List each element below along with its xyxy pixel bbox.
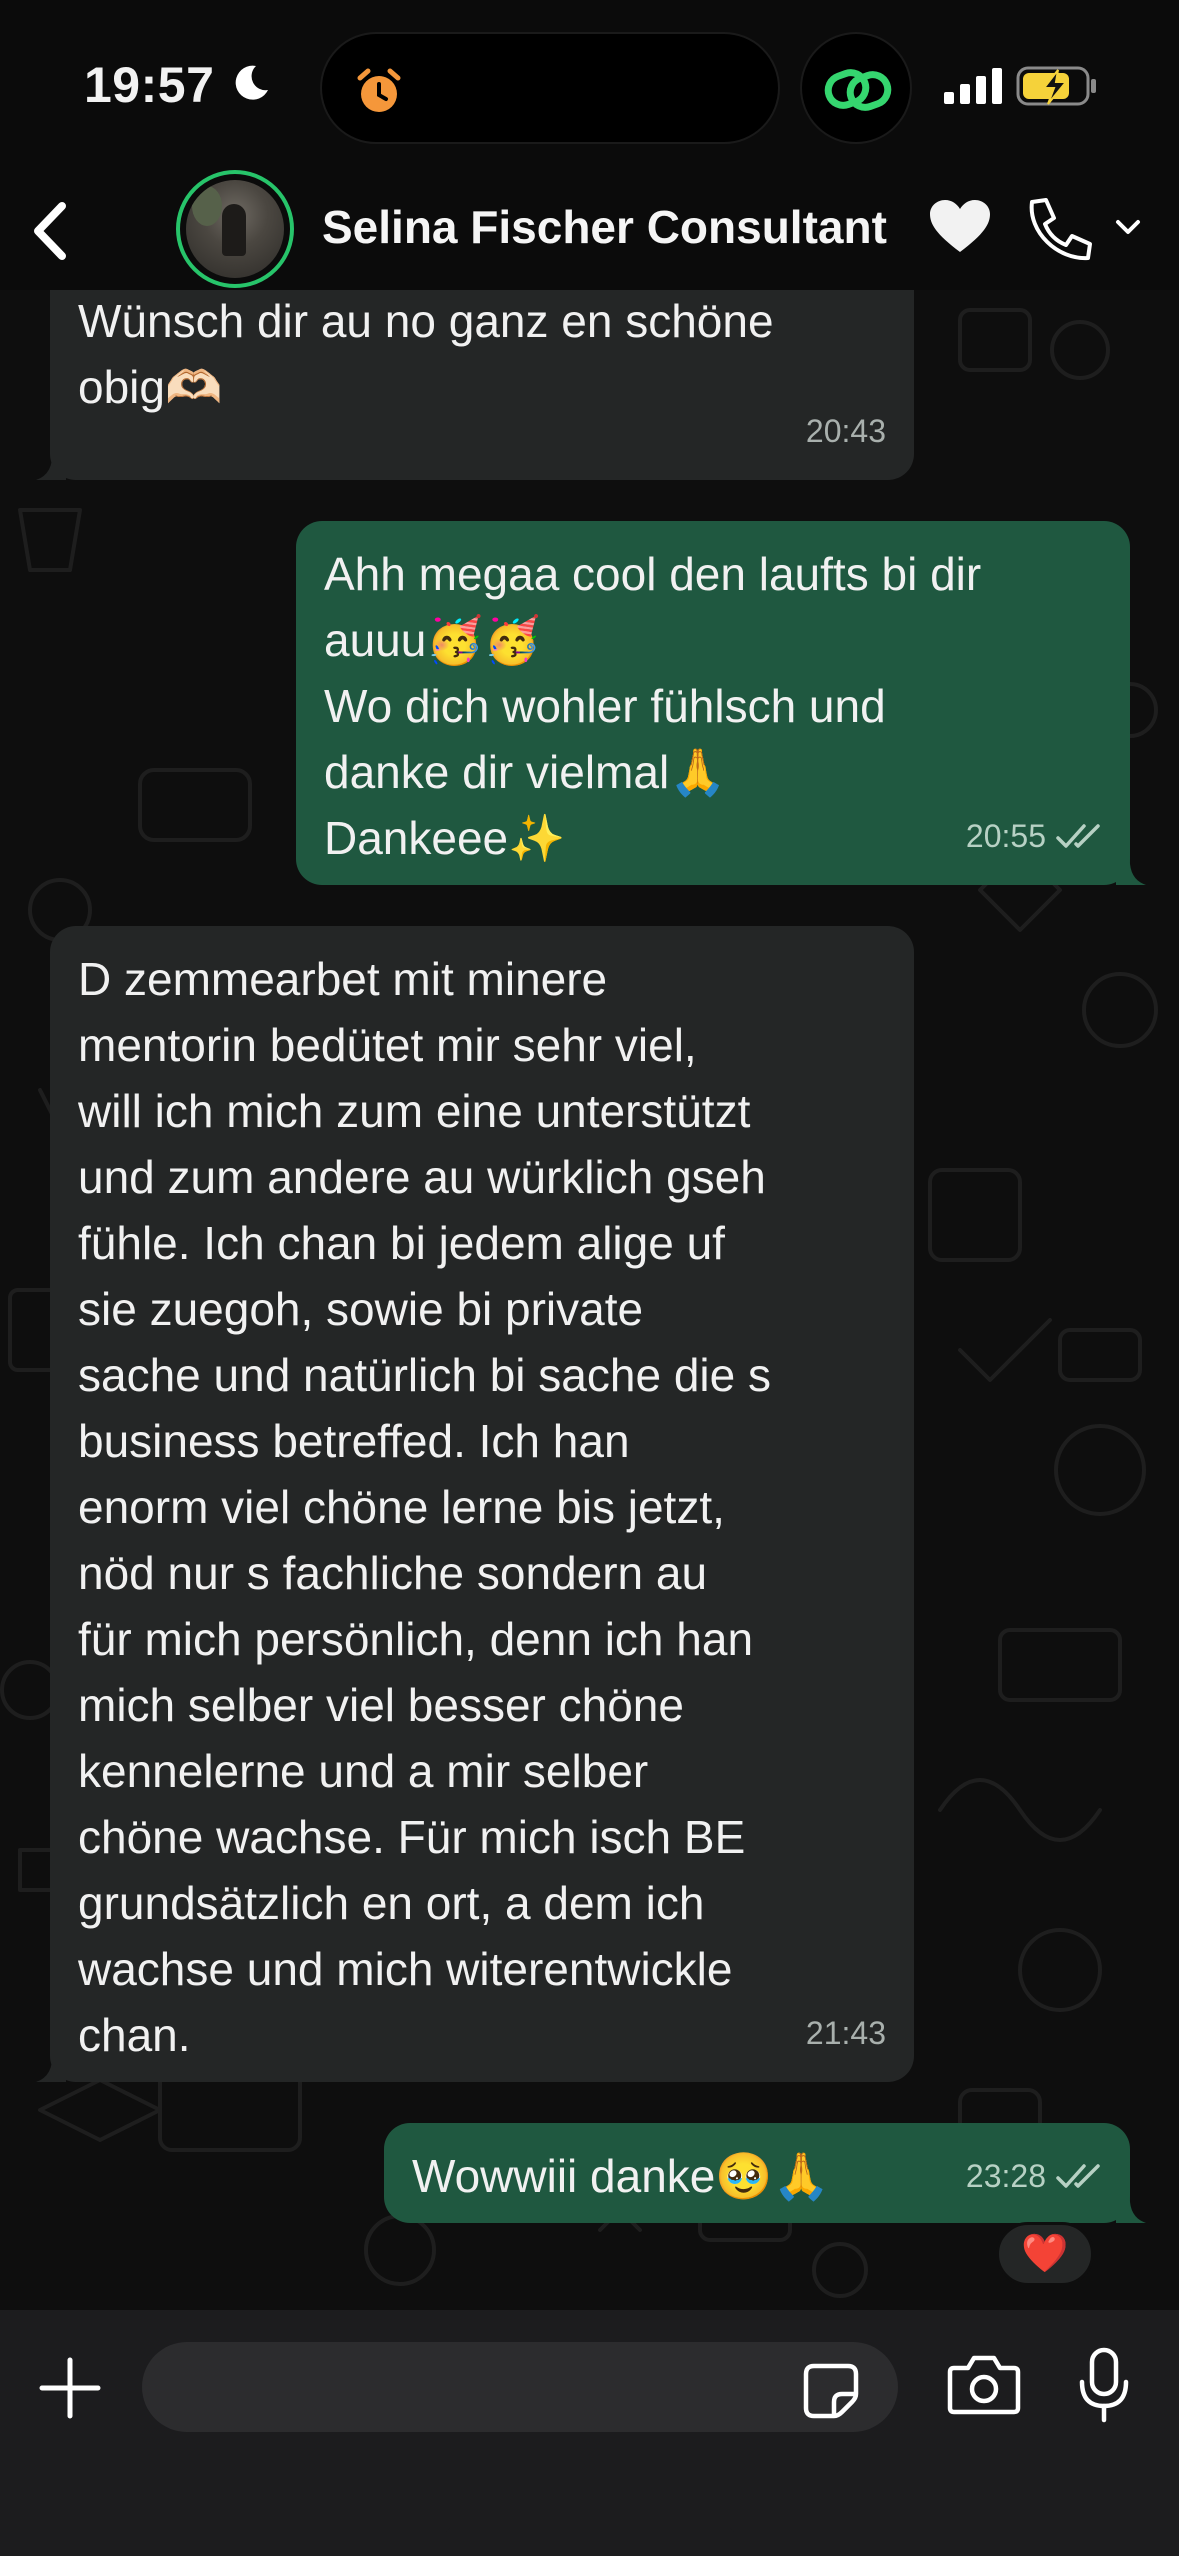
phone-icon [1029,198,1092,261]
white-heart-icon [928,198,992,261]
message-meta: 20:43 [806,398,886,464]
moon-icon [232,62,272,107]
message-input[interactable] [142,2342,898,2432]
link-activity [800,32,912,144]
alarm-icon [352,64,406,123]
chat-header: Selina Fischer Consultant [0,170,1179,290]
bubble-tail [1116,2193,1146,2223]
message-meta: 21:43 [806,2000,886,2066]
link-icon [824,69,892,111]
plus-icon[interactable] [38,2356,102,2420]
back-icon[interactable] [22,196,82,266]
camera-icon[interactable] [946,2352,1022,2423]
composer-bar [0,2310,1179,2556]
double-check-icon [1056,2164,1100,2188]
message-time: 21:43 [805,2015,886,2051]
message-time: 20:43 [805,413,886,449]
dynamic-island [320,32,780,144]
battery-charging-icon [1016,64,1098,113]
message-outgoing[interactable]: Wowwiii danke🥹🙏 23:28 [384,2123,1146,2223]
home-indicator [446,2528,734,2540]
reaction-emoji: ❤️ [1021,2233,1069,2275]
chat-screen: 19:57 Selina Fischer Consultant Wünsch d… [0,0,1179,2556]
bubble-tail [36,2052,66,2082]
signal-icon [944,68,1002,109]
double-check-icon [1056,824,1100,848]
message-meta: 20:55 [966,803,1102,869]
bubble-tail [1116,855,1146,885]
message-time: 23:28 [965,2158,1046,2194]
message-text: D zemmearbet mit minere mentorin bedütet… [78,953,771,2061]
sticker-icon[interactable] [802,2362,860,2425]
contact-name[interactable]: Selina Fischer Consultant [322,200,887,254]
voice-call-button[interactable] [1018,192,1168,268]
microphone-icon[interactable] [1074,2346,1134,2431]
bubble-tail [36,450,66,480]
message-incoming[interactable]: D zemmearbet mit minere mentorin bedütet… [36,926,914,2082]
message-outgoing[interactable]: Ahh megaa cool den laufts bi dir auuu🥳🥳 … [296,521,1146,885]
message-reaction[interactable]: ❤️ [996,2222,1094,2286]
message-meta: 23:28 [966,2143,1102,2209]
status-time: 19:57 [84,57,215,113]
avatar-photo [186,180,284,278]
message-time: 20:55 [965,818,1046,854]
status-bar: 19:57 [0,0,1179,170]
chevron-down-icon [1116,220,1140,234]
avatar[interactable] [176,170,294,288]
